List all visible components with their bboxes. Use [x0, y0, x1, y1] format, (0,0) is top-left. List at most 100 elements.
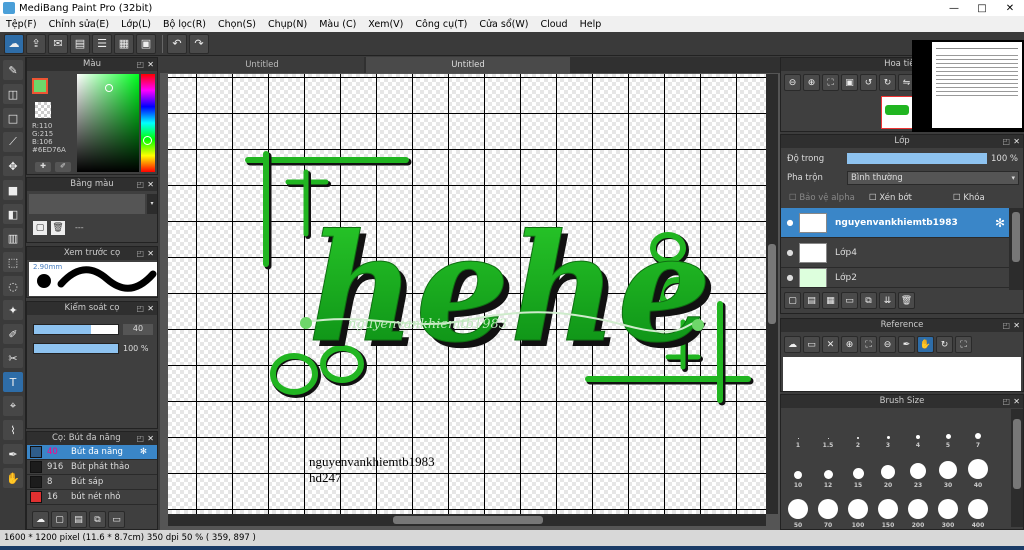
zoom-in-icon[interactable]: ⊕	[841, 336, 858, 353]
list-icon[interactable]: ☰	[92, 33, 112, 54]
float-icon[interactable]: ◰	[136, 58, 144, 71]
float-icon[interactable]: ◰	[136, 432, 144, 445]
saturation-value-square[interactable]	[77, 74, 139, 172]
brush-size-slider[interactable]	[33, 324, 119, 335]
operation-tool-icon[interactable]: ⌖	[3, 396, 23, 416]
menu-tools[interactable]: Công cụ(T)	[409, 19, 473, 30]
drawing-canvas[interactable]: hehe hehe nguyenvankhiemtb1983 nguyenvan…	[168, 74, 766, 514]
cloud-icon[interactable]: ☁	[4, 33, 24, 54]
dot-tool-icon[interactable]: ⟋	[3, 132, 23, 152]
brush-size-preset[interactable]: 70	[813, 489, 843, 529]
picker-icon[interactable]: ✐	[55, 162, 71, 172]
brush-tool-icon[interactable]: ✎	[3, 60, 23, 80]
brush-size-preset[interactable]: 150	[873, 489, 903, 529]
menu-help[interactable]: Help	[574, 19, 608, 30]
rotate-icon[interactable]: ↻	[936, 336, 953, 353]
close-button[interactable]: ✕	[996, 0, 1024, 16]
brush-size-preset[interactable]: 1	[783, 409, 813, 449]
grid-icon[interactable]: ▦	[114, 33, 134, 54]
select-eraser-icon[interactable]: ✂	[3, 348, 23, 368]
brush-item[interactable]: 8 Bút sáp	[27, 475, 157, 490]
blend-mode-select[interactable]: Bình thường ▾	[847, 171, 1019, 185]
float-icon[interactable]: ◰	[136, 302, 144, 315]
gear-icon[interactable]: ✻	[995, 216, 1005, 230]
document-icon[interactable]: ▤	[70, 33, 90, 54]
menu-filter[interactable]: Bộ lọc(R)	[157, 19, 212, 30]
rectangle-tool-icon[interactable]: ■	[3, 180, 23, 200]
close-icon[interactable]: ✕	[1013, 395, 1020, 408]
shape-tool-icon[interactable]: □	[3, 108, 23, 128]
layout-icon[interactable]: ▣	[136, 33, 156, 54]
brush-size-preset[interactable]: 300	[933, 489, 963, 529]
brush-size-preset[interactable]: 12	[813, 449, 843, 489]
delete-layer-icon[interactable]: 🗑	[898, 292, 915, 309]
rotate-left-icon[interactable]: ↺	[860, 74, 877, 91]
comment-icon[interactable]: ✉	[48, 33, 68, 54]
zoom-in-icon[interactable]: ⊕	[803, 74, 820, 91]
brush-size-preset[interactable]: 20	[873, 449, 903, 489]
brush-size-preset[interactable]: 5	[933, 409, 963, 449]
eye-icon[interactable]: ●	[781, 273, 799, 282]
protect-alpha-checkbox[interactable]: ☐ Bảo vệ alpha	[789, 193, 855, 203]
primary-color-swatch[interactable]	[32, 78, 48, 94]
close-icon[interactable]: ✕	[147, 247, 154, 260]
maximize-button[interactable]: □	[968, 0, 996, 16]
brush-opacity-slider[interactable]	[33, 343, 119, 354]
brush-size-preset[interactable]: 2	[843, 409, 873, 449]
eraser-tool-icon[interactable]: ◫	[3, 84, 23, 104]
text-tool-icon[interactable]: T	[3, 372, 23, 392]
folder-icon[interactable]: ▭	[108, 511, 125, 528]
new-brush-icon[interactable]: ▢	[51, 511, 68, 528]
brush-item[interactable]: 916 Bút phát thảo	[27, 460, 157, 475]
fit-icon[interactable]: ⛶	[860, 336, 877, 353]
tab-untitled-1[interactable]: Untitled	[160, 57, 364, 73]
new-layer-icon[interactable]: ▢	[784, 292, 801, 309]
float-icon[interactable]: ◰	[1002, 319, 1010, 332]
menu-select[interactable]: Chọn(S)	[212, 19, 262, 30]
redo-icon[interactable]: ↷	[189, 33, 209, 54]
float-icon[interactable]: ◰	[136, 178, 144, 191]
brush-item[interactable]: 16 bút nét nhỏ	[27, 490, 157, 505]
gradient-tool-icon[interactable]: ▥	[3, 228, 23, 248]
lasso-tool-icon[interactable]: ◌	[3, 276, 23, 296]
menu-edit[interactable]: Chỉnh sửa(E)	[43, 19, 116, 30]
brush-size-preset[interactable]: 23	[903, 449, 933, 489]
brush-size-preset[interactable]: 4	[903, 409, 933, 449]
actual-size-icon[interactable]: ▣	[841, 74, 858, 91]
close-icon[interactable]: ✕	[147, 432, 154, 445]
merge-layer-icon[interactable]: ⇊	[879, 292, 896, 309]
hue-slider[interactable]	[141, 74, 155, 172]
brush-size-preset[interactable]: 7	[963, 409, 993, 449]
layer-scrollbar[interactable]	[1009, 208, 1023, 290]
vertical-scrollbar[interactable]	[766, 74, 778, 514]
brush-size-preset[interactable]: 200	[903, 489, 933, 529]
horizontal-scrollbar[interactable]	[168, 514, 766, 526]
layer-type-icon[interactable]: ▦	[822, 292, 839, 309]
menu-window[interactable]: Cửa sổ(W)	[473, 19, 534, 30]
pen-tool-icon[interactable]: ✒	[3, 444, 23, 464]
brush-item[interactable]: 40 Bút đa năng ✻	[27, 445, 157, 460]
brush-size-preset[interactable]: 40	[963, 449, 993, 489]
fit-icon[interactable]: ⛶	[822, 74, 839, 91]
hand-tool-icon[interactable]: ✋	[3, 468, 23, 488]
brush-size-preset[interactable]: 50	[783, 489, 813, 529]
gear-icon[interactable]: ✻	[140, 447, 147, 457]
menu-layer[interactable]: Lớp(L)	[115, 19, 157, 30]
brush-size-preset[interactable]: 10	[783, 449, 813, 489]
layer-opacity-slider[interactable]	[847, 153, 987, 164]
brush-size-preset[interactable]: 30	[933, 449, 963, 489]
bucket-tool-icon[interactable]: ◧	[3, 204, 23, 224]
zoom-out-icon[interactable]: ⊖	[879, 336, 896, 353]
zoom-out-icon[interactable]: ⊖	[784, 74, 801, 91]
float-icon[interactable]: ◰	[136, 247, 144, 260]
eyedropper-icon[interactable]: ⌇	[3, 420, 23, 440]
undo-icon[interactable]: ↶	[167, 33, 187, 54]
menu-cloud[interactable]: Cloud	[534, 19, 573, 30]
eyedropper-icon[interactable]: ✒	[898, 336, 915, 353]
palette-swatch-area[interactable]	[29, 194, 145, 214]
brush-size-preset[interactable]: 400	[963, 489, 993, 529]
layer-row[interactable]: ● Lớp4	[781, 238, 1009, 268]
brush-size-preset[interactable]: 3	[873, 409, 903, 449]
close-icon[interactable]: ✕	[1013, 135, 1020, 148]
menu-color[interactable]: Màu (C)	[313, 19, 362, 30]
